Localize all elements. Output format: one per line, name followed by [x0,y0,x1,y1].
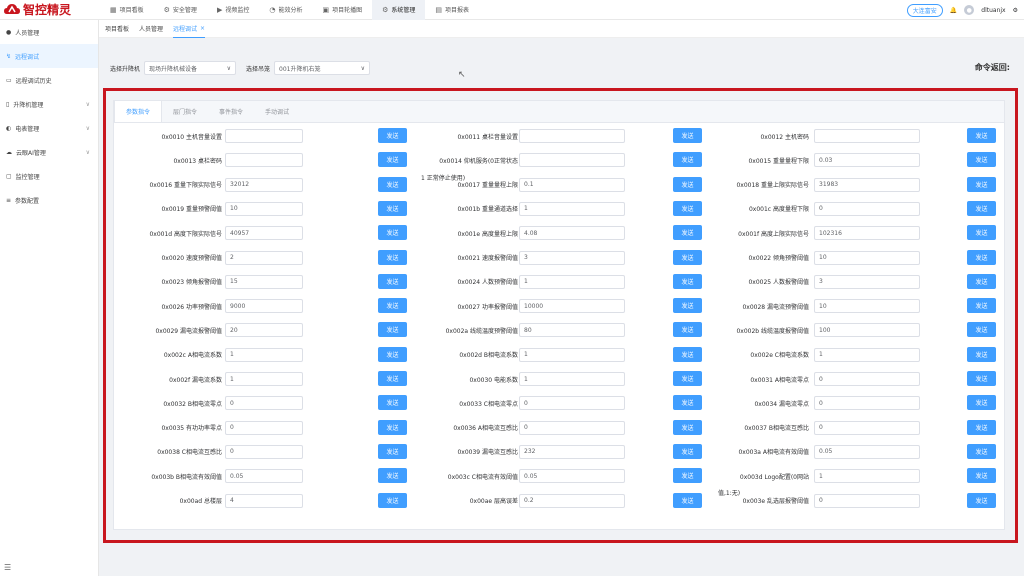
settings-icon: ⚙ [382,5,389,14]
cage-select[interactable]: 001升降机右笼 ∨ [274,61,371,75]
collapse-sidebar-icon[interactable]: ☰ [4,563,11,572]
dashboard-icon: ▦ [110,5,117,14]
image-icon: ▣ [322,5,330,14]
close-icon[interactable]: × [200,25,205,32]
topnav-item[interactable]: ▤ 项目报表 [425,0,479,20]
monitor-icon: ▢ [6,172,12,180]
topnav-label: 系统管理 [391,7,416,14]
settings-gear-icon[interactable]: ⚙ [1013,7,1018,14]
sidebar-item-label: 电表管理 [15,125,40,133]
sidebar-item[interactable]: ☁ 云眼AI管理 ∨ [0,140,98,164]
topnav-item[interactable]: ▣ 项目轮播图 [312,0,372,20]
brand-logo[interactable]: 智控精灵 [0,1,100,18]
tab[interactable]: 远程调试 × [173,20,206,38]
sidebar-item[interactable]: ▭ 远程调试历史 [0,68,98,92]
elevator-select-label: 选择升降机 [110,65,141,73]
sidebar-item-label: 升降机管理 [13,101,44,109]
tab[interactable]: 项目看板 [105,20,129,38]
sidebar-item[interactable]: ≡ 参数配置 [0,188,98,212]
command-return-label: 命令返回: [974,63,1010,72]
sidebar-item[interactable]: ▯ 升降机管理 ∨ [0,92,98,116]
chevron-down-icon: ∨ [85,148,90,156]
topnav-item[interactable]: ◔ 能效分析 [259,0,312,20]
tab-bar: 项目看板 人员管理 远程调试 × [99,20,1024,38]
history-icon: ▭ [6,76,12,84]
elevator-select[interactable]: 现场升降机械设备 ∨ [144,61,237,75]
brand-name: 智控精灵 [23,3,72,17]
chevron-down-icon: ∨ [85,100,90,108]
gear-icon: ⚙ [163,5,170,14]
top-menu: ▦ 项目看板 ⚙ 安全管理 ▶ 视频监控 ◔ 能效分析 ▣ 项目轮播图 ⚙ 系统管理 ▤ 项目报表 [100,0,479,20]
sidebar-item-label: 云眼AI管理 [16,149,46,157]
sidebar-item-label: 远程调试 [15,53,40,61]
cage-select-value: 001升降机右笼 [279,65,321,73]
topnav-item[interactable]: ▦ 项目看板 [100,0,154,20]
report-icon: ▤ [435,5,443,14]
elevator-icon: ▯ [6,100,10,108]
elevator-select-value: 现场升降机械设备 [149,65,198,73]
topnav-item[interactable]: ▶ 视频监控 [207,0,259,20]
username[interactable]: dltuanjx [981,7,1005,14]
remote-icon: ↯ [6,52,12,60]
chevron-down-icon: ∨ [360,64,366,72]
chevron-down-icon: ∨ [226,64,232,72]
chart-icon: ◔ [269,5,276,14]
topnav-label: 项目报表 [445,7,470,14]
avatar[interactable]: ● [964,5,975,15]
user-icon: ● [6,28,12,36]
sidebar-item-label: 人员管理 [15,29,40,37]
video-icon: ▶ [216,5,223,14]
topnav-label: 项目看板 [119,7,144,14]
tab-label: 人员管理 [139,26,164,33]
cloud-logo-icon [4,3,20,14]
topnav-item[interactable]: ⚙ 安全管理 [154,0,207,20]
config-icon: ≡ [6,196,12,204]
sidebar: ● 人员管理 ↯ 远程调试 ▭ 远程调试历史 ▯ 升降机管理 ∨ ◐ 电表管理 ∨ ☁ 云眼AI管理 ∨ ▢ 监… [0,20,99,576]
sidebar-item[interactable]: ↯ 远程调试 [0,44,98,68]
sidebar-item[interactable]: ▢ 监控管理 [0,164,98,188]
cage-select-label: 选择吊笼 [246,65,271,73]
sidebar-item[interactable]: ● 人员管理 [0,20,98,44]
tab[interactable]: 人员管理 [139,20,163,38]
topnav-label: 能效分析 [278,7,303,14]
top-navbar: 智控精灵 ▦ 项目看板 ⚙ 安全管理 ▶ 视频监控 ◔ 能效分析 ▣ 项目轮播图 ⚙ 系统管理 ▤ 项目报… [0,0,1024,20]
sidebar-item-label: 监控管理 [15,173,40,181]
sidebar-item-label: 远程调试历史 [15,77,52,85]
mouse-cursor-icon: ↖ [458,70,466,80]
meter-icon: ◐ [6,124,12,132]
sidebar-item[interactable]: ◐ 电表管理 ∨ [0,116,98,140]
topnav-label: 项目轮播图 [332,7,363,14]
topnav-label: 视频监控 [225,7,250,14]
filter-bar: 选择升降机 现场升降机械设备 ∨ 选择吊笼 001升降机右笼 ∨ [110,53,1010,83]
tab-label: 项目看板 [105,26,130,33]
tenant-selector[interactable]: 大连富安 [906,3,943,17]
highlight-box [103,88,1018,543]
topnav-item[interactable]: ⚙ 系统管理 [372,0,426,20]
bell-icon[interactable]: 🔔 [950,7,957,14]
top-right-actions: 大连富安 🔔 ● dltuanjx ⚙ [906,0,1018,20]
sidebar-item-label: 参数配置 [15,197,40,205]
chevron-down-icon: ∨ [85,124,90,132]
cloud-icon: ☁ [6,148,12,156]
topnav-label: 安全管理 [172,7,197,14]
tab-label: 远程调试 [173,25,198,33]
